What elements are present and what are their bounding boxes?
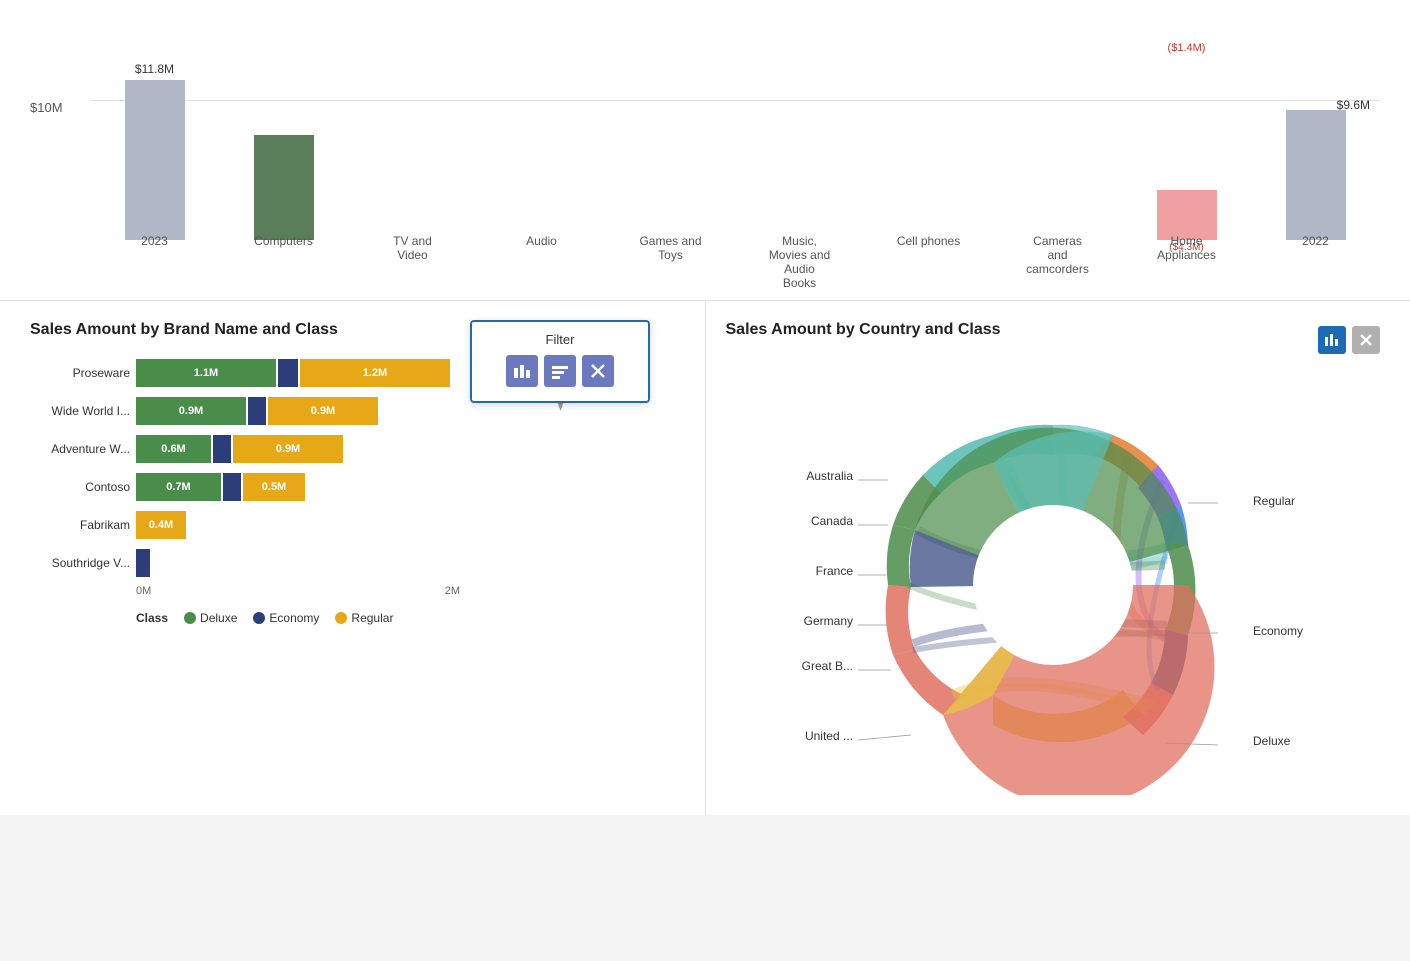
legend-deluxe: Deluxe: [184, 611, 237, 625]
bar-2023: $11.8M: [90, 60, 219, 240]
bar-adventure-economy: [213, 435, 231, 463]
right-panel-chart-icon[interactable]: [1318, 326, 1346, 354]
x-label-music: Music,Movies andAudioBooks: [735, 234, 864, 290]
brand-x-axis: 0M 2M: [30, 585, 460, 597]
bar-tv-video: [348, 60, 477, 240]
svg-text:Economy: Economy: [1253, 624, 1303, 638]
bar-proseware-regular: 1.2M: [300, 359, 450, 387]
bar-2022-top-label: $9.6M: [1337, 98, 1370, 112]
brand-label-southridge: Southridge V...: [30, 556, 130, 570]
brand-bars-fabrikam: 0.4M: [136, 511, 186, 539]
filter-bar-icon-btn[interactable]: [544, 355, 576, 387]
top-chart-panel: $10M $11.8M: [0, 0, 1410, 301]
x-label-cameras: Camerasandcamcorders: [993, 234, 1122, 290]
x-axis-labels: 2023 Computers TV andVideo Audio Games a…: [90, 234, 1380, 290]
brand-row-fabrikam: Fabrikam 0.4M: [30, 511, 685, 539]
svg-text:Great B...: Great B...: [801, 659, 852, 673]
legend-deluxe-dot: [184, 612, 196, 624]
right-panel-icons: [1318, 326, 1380, 354]
brand-label-proseware: Proseware: [30, 366, 130, 380]
x-label-tv-video: TV andVideo: [348, 234, 477, 290]
brand-bars-proseware: 1.1M 1.2M: [136, 359, 450, 387]
bar-proseware-economy: [278, 359, 298, 387]
chord-chart-svg: Australia Canada France Germany Great B.…: [793, 375, 1313, 795]
x-label-2023: 2023: [90, 234, 219, 290]
bar-adventure-deluxe: 0.6M: [136, 435, 211, 463]
brand-row-southridge: Southridge V...: [30, 549, 685, 577]
svg-text:Canada: Canada: [811, 514, 853, 528]
bar-audio: [477, 60, 606, 240]
brand-x-0m: 0M: [136, 585, 151, 597]
brand-legend: Class Deluxe Economy Regular: [30, 611, 685, 625]
legend-regular: Regular: [335, 611, 393, 625]
x-label-home-appliances: HomeAppliances: [1122, 234, 1251, 290]
right-panel-title: Sales Amount by Country and Class: [726, 321, 1001, 339]
svg-text:Germany: Germany: [803, 614, 852, 628]
bar-computers: [219, 60, 348, 240]
legend-regular-dot: [335, 612, 347, 624]
cursor: [555, 401, 565, 411]
legend-class-label: Class: [136, 611, 168, 625]
bar-wide-world-deluxe: 0.9M: [136, 397, 246, 425]
brand-bars-adventure: 0.6M 0.9M: [136, 435, 343, 463]
right-panel: Sales Amount by Country and Class: [706, 301, 1410, 815]
x-label-2022: 2022: [1251, 234, 1380, 290]
bar-cell-phones: [864, 60, 993, 240]
filter-clear-icon-btn[interactable]: [582, 355, 614, 387]
legend-economy-label: Economy: [269, 611, 319, 625]
bar-contoso-economy: [223, 473, 241, 501]
brand-bars-southridge: [136, 549, 150, 577]
bar-southridge-deluxe: [136, 549, 150, 577]
bar-wide-world-regular: 0.9M: [268, 397, 378, 425]
filter-chart-icon-btn[interactable]: [506, 355, 538, 387]
legend-economy: Economy: [253, 611, 319, 625]
bar-contoso-deluxe: 0.7M: [136, 473, 221, 501]
svg-text:Deluxe: Deluxe: [1253, 734, 1291, 748]
filter-tooltip-icons: [486, 355, 634, 387]
y-axis-label: $10M: [30, 100, 90, 115]
brand-label-wide-world: Wide World I...: [30, 404, 130, 418]
bar-wide-world-economy: [248, 397, 266, 425]
bar-home-appliances-top-label: ($1.4M): [1168, 42, 1206, 54]
brand-x-2m: 2M: [445, 585, 460, 597]
x-label-games-toys: Games andToys: [606, 234, 735, 290]
chord-chart-container: Australia Canada France Germany Great B.…: [726, 375, 1381, 795]
top-bar-chart: $11.8M: [90, 20, 1380, 290]
brand-bars-contoso: 0.7M 0.5M: [136, 473, 305, 501]
brand-label-adventure: Adventure W...: [30, 442, 130, 456]
bar-2022: $9.6M: [1251, 60, 1380, 240]
svg-text:Australia: Australia: [806, 469, 853, 483]
legend-deluxe-label: Deluxe: [200, 611, 237, 625]
x-label-cell-phones: Cell phones: [864, 234, 993, 290]
bar-fabrikam-deluxe: 0.4M: [136, 511, 186, 539]
brand-row-contoso: Contoso 0.7M 0.5M: [30, 473, 685, 501]
bar-proseware-deluxe: 1.1M: [136, 359, 276, 387]
brand-row-adventure: Adventure W... 0.6M 0.9M: [30, 435, 685, 463]
right-panel-clear-icon[interactable]: [1352, 326, 1380, 354]
svg-text:Regular: Regular: [1253, 494, 1295, 508]
svg-text:United ...: United ...: [805, 729, 853, 743]
x-label-audio: Audio: [477, 234, 606, 290]
bar-contoso-regular: 0.5M: [243, 473, 305, 501]
filter-tooltip: Filter: [470, 320, 650, 403]
bar-cameras: [993, 60, 1122, 240]
x-label-computers: Computers: [219, 234, 348, 290]
legend-economy-dot: [253, 612, 265, 624]
brand-bars-wide-world: 0.9M 0.9M: [136, 397, 378, 425]
bar-music: [735, 60, 864, 240]
brand-label-contoso: Contoso: [30, 480, 130, 494]
brand-label-fabrikam: Fabrikam: [30, 518, 130, 532]
bottom-panels: Sales Amount by Brand Name and Class Pro…: [0, 301, 1410, 815]
legend-regular-label: Regular: [351, 611, 393, 625]
filter-tooltip-title: Filter: [486, 332, 634, 347]
bar-home-appliances: ($1.4M) ($4.3M): [1122, 60, 1251, 240]
bar-games-toys: [606, 60, 735, 240]
svg-text:France: France: [815, 564, 853, 578]
bar-2023-label: $11.8M: [135, 62, 174, 76]
bar-adventure-regular: 0.9M: [233, 435, 343, 463]
